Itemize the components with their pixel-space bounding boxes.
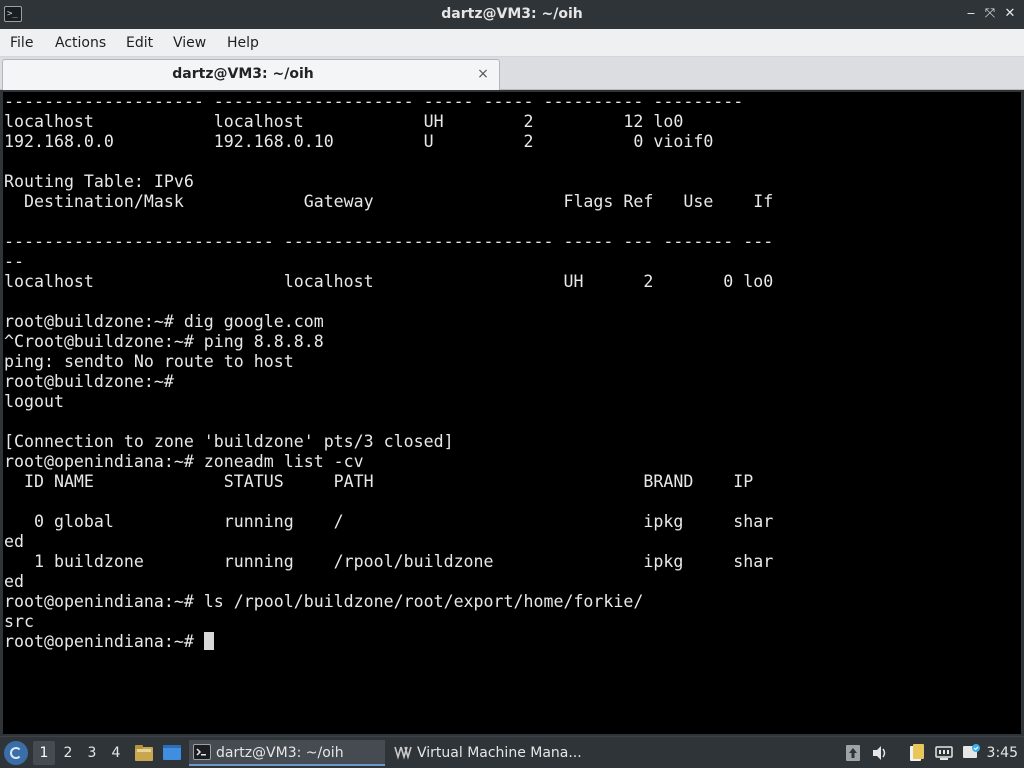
notification-icon[interactable]	[961, 743, 981, 763]
menu-help[interactable]: Help	[227, 29, 259, 57]
tab-label: dartz@VM3: ~/oih	[172, 66, 314, 82]
terminal-line: ID NAME STATUS PATH BRAND IP	[4, 472, 754, 491]
terminal-line: Routing Table: IPv6	[4, 172, 194, 191]
terminal-line: --	[4, 252, 24, 271]
menu-bar: File Actions Edit View Help	[0, 29, 1024, 57]
start-menu-icon[interactable]	[4, 741, 28, 765]
volume-icon[interactable]	[870, 743, 890, 763]
terminal-icon	[193, 744, 211, 760]
upload-arrow-icon[interactable]	[843, 743, 863, 763]
terminal-prompt-line[interactable]: root@openindiana:~#	[4, 632, 773, 652]
close-icon[interactable]: ✕	[1001, 5, 1019, 23]
terminal-prompt: root@openindiana:~#	[4, 632, 204, 651]
terminal-line: -------------------- -------------------…	[4, 92, 744, 111]
virtual-machine-manager-icon	[394, 746, 412, 760]
tab-close-icon[interactable]: ×	[475, 64, 491, 84]
taskbar: 1 2 3 4 dartz@VM3: ~/oih Virtual Machine…	[0, 736, 1024, 768]
terminal-line: 192.168.0.0 192.168.0.10 U 2 0 vioif0	[4, 132, 714, 151]
terminal-line: root@buildzone:~# dig google.com	[4, 312, 324, 331]
workspace-1[interactable]: 1	[33, 741, 55, 765]
clipboard-icon[interactable]	[907, 743, 927, 763]
terminal-scrollbar[interactable]	[1017, 92, 1021, 734]
terminal-line: root@openindiana:~# ls /rpool/buildzone/…	[4, 592, 644, 611]
tab-terminal[interactable]: dartz@VM3: ~/oih ×	[2, 59, 500, 90]
terminal-cursor	[203, 632, 214, 650]
task-virtual-machine-manager[interactable]: Virtual Machine Mana...	[390, 740, 590, 766]
terminal-line: root@buildzone:~#	[4, 372, 174, 391]
task-terminal[interactable]: dartz@VM3: ~/oih	[189, 740, 385, 766]
terminal-line: localhost localhost UH 2 12 lo0	[4, 112, 684, 131]
window-title: dartz@VM3: ~/oih	[441, 6, 583, 22]
workspace-3[interactable]: 3	[81, 741, 103, 765]
terminal-line: --------------------------- ------------…	[4, 232, 774, 251]
minimize-icon[interactable]: ‒	[962, 5, 980, 23]
terminal-line: 0 global running / ipkg shar	[4, 512, 774, 531]
workspace-4[interactable]: 4	[105, 741, 127, 765]
tab-bar: dartz@VM3: ~/oih ×	[0, 57, 1024, 90]
menu-edit[interactable]: Edit	[126, 29, 153, 57]
clock[interactable]: 3:45	[987, 737, 1018, 768]
terminal-line: localhost localhost UH 2 0 lo0	[4, 272, 774, 291]
terminal-line: ed	[4, 532, 24, 551]
terminal-line: logout	[4, 392, 64, 411]
network-icon[interactable]	[934, 743, 954, 763]
workspace-2[interactable]: 2	[57, 741, 79, 765]
restore-icon[interactable]: ⤧	[981, 5, 999, 23]
task-terminal-label: dartz@VM3: ~/oih	[216, 745, 344, 761]
menu-file[interactable]: File	[10, 29, 33, 57]
terminal-lines: -------------------- -------------------…	[4, 92, 773, 652]
terminal-line: ed	[4, 572, 24, 591]
terminal-line: [Connection to zone 'buildzone' pts/3 cl…	[4, 432, 454, 451]
menu-view[interactable]: View	[173, 29, 206, 57]
terminal-line: ping: sendto No route to host	[4, 352, 294, 371]
window-titlebar[interactable]: >_ dartz@VM3: ~/oih ‒ ⤧ ✕	[0, 0, 1024, 29]
file-manager-icon[interactable]	[133, 742, 155, 764]
terminal-line: Destination/Mask Gateway Flags Ref Use I…	[4, 192, 774, 211]
terminal-line: src	[4, 612, 34, 631]
task-vmm-label: Virtual Machine Mana...	[417, 745, 582, 761]
show-desktop-icon[interactable]	[161, 742, 183, 764]
terminal-output[interactable]: -------------------- -------------------…	[2, 92, 1021, 734]
terminal-line: root@openindiana:~# zoneadm list -cv	[4, 452, 364, 471]
menu-actions[interactable]: Actions	[55, 29, 106, 57]
terminal-line: ^Croot@buildzone:~# ping 8.8.8.8	[4, 332, 324, 351]
terminal-line: 1 buildzone running /rpool/buildzone ipk…	[4, 552, 774, 571]
